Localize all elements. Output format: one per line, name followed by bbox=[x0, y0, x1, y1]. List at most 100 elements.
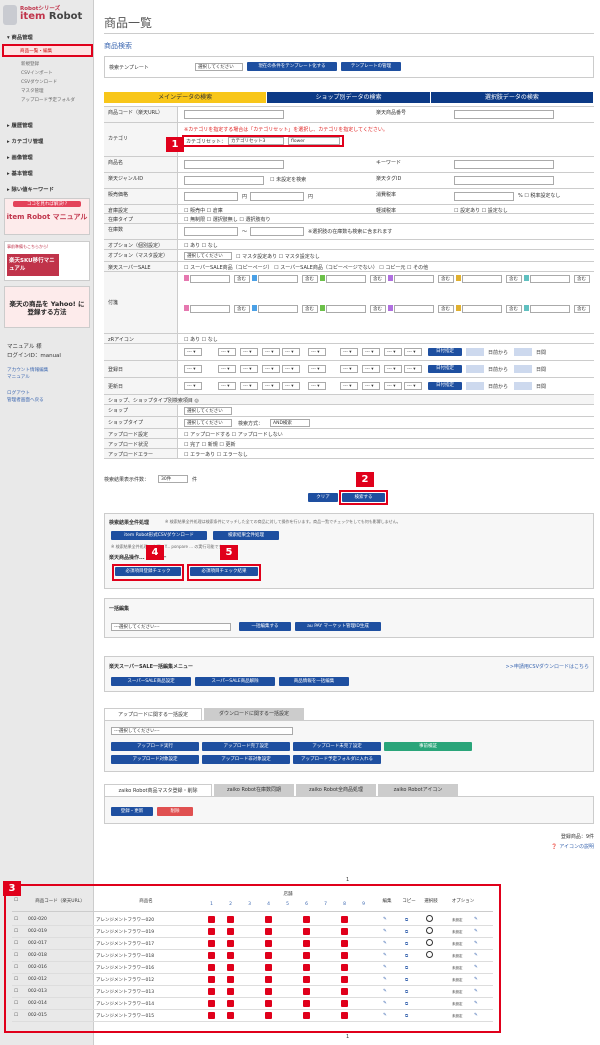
date-select[interactable]: --- ▾ bbox=[308, 365, 326, 373]
code-input[interactable] bbox=[184, 110, 284, 119]
tag-input[interactable] bbox=[258, 275, 298, 283]
date-select[interactable]: --- ▾ bbox=[184, 348, 202, 356]
edit-icon[interactable]: ✎ bbox=[383, 929, 387, 934]
price-min-input[interactable] bbox=[184, 192, 238, 201]
tag-include-select[interactable]: 含む bbox=[574, 305, 590, 313]
choice-icon[interactable] bbox=[426, 927, 433, 934]
copy-icon[interactable]: ⧉ bbox=[405, 1013, 408, 1019]
tab-zaiko-all[interactable]: zaiko Robot全商品処理 bbox=[296, 784, 376, 796]
date-select[interactable]: --- ▾ bbox=[384, 382, 402, 390]
tab-shop-search[interactable]: ショップ別データの検索 bbox=[267, 92, 431, 103]
table-row[interactable]: ☐ 002-020 アレンジメントフラワー020 ✎ ⧉ 未設定 ✎ bbox=[12, 914, 493, 926]
upload-error-checkboxes[interactable]: ☐ エラーあり ☐ エラーなし bbox=[184, 451, 248, 458]
all-results-button[interactable]: 検索結果全件処理 bbox=[213, 531, 279, 540]
shop-type-select[interactable]: 選択してください bbox=[184, 419, 232, 427]
sale-set-button[interactable]: スーパーSALE商品設定 bbox=[111, 677, 191, 686]
pagination-top[interactable]: 1 bbox=[346, 877, 349, 883]
result-count-select[interactable]: 30件 bbox=[158, 475, 188, 483]
tag-input[interactable] bbox=[462, 275, 502, 283]
option-edit-icon[interactable]: ✎ bbox=[474, 953, 478, 958]
row-checkbox[interactable]: ☐ bbox=[14, 977, 18, 982]
app-logo[interactable]: Robotシリーズ item Robot bbox=[3, 3, 89, 27]
tag-include-select[interactable]: 含む bbox=[302, 305, 318, 313]
sidebar-item-csv-download[interactable]: CSVダウンロード bbox=[0, 78, 94, 87]
option-edit-icon[interactable]: ✎ bbox=[474, 917, 478, 922]
sidebar-item-csv-import[interactable]: CSVインポート bbox=[0, 69, 94, 78]
pre-verify-button[interactable]: 事前検証 bbox=[384, 742, 472, 751]
tag-input[interactable] bbox=[394, 275, 434, 283]
required-check-button[interactable]: 必須項目登録チェック bbox=[115, 567, 181, 576]
choice-icon[interactable] bbox=[426, 951, 433, 958]
genre-input[interactable] bbox=[184, 176, 264, 185]
table-row[interactable]: ☐ 002-019 アレンジメントフラワー019 ✎ ⧉ 未設定 ✎ bbox=[12, 926, 493, 938]
nav-section-image[interactable]: ▸ 画像管理 bbox=[0, 150, 94, 166]
tag-input[interactable] bbox=[530, 275, 570, 283]
date-select[interactable]: --- ▾ bbox=[282, 382, 300, 390]
table-row[interactable]: ☐ 002-016 アレンジメントフラワー016 ✎ ⧉ 未設定 ✎ bbox=[12, 962, 493, 974]
option-edit-icon[interactable]: ✎ bbox=[474, 941, 478, 946]
tag-include-select[interactable]: 含む bbox=[302, 275, 318, 283]
tag-include-select[interactable]: 含む bbox=[438, 275, 454, 283]
upload-nontarget-button[interactable]: アップロード非対象設定 bbox=[202, 755, 290, 764]
tag-include-select[interactable]: 含む bbox=[234, 275, 250, 283]
option-edit-icon[interactable]: ✎ bbox=[474, 1001, 478, 1006]
tag-include-select[interactable]: 含む bbox=[506, 305, 522, 313]
template-select[interactable]: 選択してください bbox=[195, 63, 243, 71]
save-template-button[interactable]: 現在の条件をテンプレート化する bbox=[247, 62, 337, 71]
manual-banner[interactable]: ココを見れば解決!? item Robot マニュアル bbox=[4, 198, 90, 235]
link-logout[interactable]: ログアウト bbox=[7, 390, 48, 397]
edit-icon[interactable]: ✎ bbox=[383, 953, 387, 958]
sku-banner[interactable]: 事前準備もこちらから! 楽天SKU移行マニュアル bbox=[4, 241, 90, 281]
date-select[interactable]: --- ▾ bbox=[184, 365, 202, 373]
check-result-button[interactable]: 必須項目チェック結果 bbox=[190, 567, 258, 576]
date-select[interactable]: --- ▾ bbox=[240, 382, 258, 390]
days-from-input[interactable] bbox=[466, 348, 484, 356]
date-select[interactable]: --- ▾ bbox=[262, 348, 280, 356]
zaiko-register-button[interactable]: 登録・更新 bbox=[111, 807, 153, 816]
date-spec-button[interactable]: 日付指定 bbox=[428, 365, 462, 373]
option-master-checkboxes[interactable]: ☐ マスタ設定あり ☐ マスタ設定なし bbox=[236, 253, 320, 260]
tag-input[interactable] bbox=[530, 305, 570, 313]
days-input[interactable] bbox=[514, 348, 532, 356]
edit-icon[interactable]: ✎ bbox=[383, 989, 387, 994]
tag-include-select[interactable]: 含む bbox=[574, 275, 590, 283]
bulk-edit-select[interactable]: ---選択してください--- bbox=[111, 623, 231, 631]
super-sale-checkboxes[interactable]: ☐ スーパーSALE商品（コピーページ） ☐ スーパーSALE商品（コピーページ… bbox=[184, 264, 428, 271]
link-account[interactable]: アカウント情報編集 bbox=[7, 367, 48, 374]
icon-help-link[interactable]: ❓ アイコンの説明 bbox=[551, 843, 594, 850]
link-admin[interactable]: 管理者画面へ戻る bbox=[7, 397, 48, 404]
stock-max-input[interactable] bbox=[250, 227, 304, 236]
option-item-checkboxes[interactable]: ☐ あり ☐ なし bbox=[184, 242, 218, 249]
date-select[interactable]: --- ▾ bbox=[340, 348, 358, 356]
category-set-select[interactable]: カテゴリセット3 bbox=[228, 137, 284, 145]
date-select[interactable]: --- ▾ bbox=[282, 348, 300, 356]
tab-zaiko-master[interactable]: zaiko Robot商品マスタ登録・削除 bbox=[104, 784, 212, 796]
upload-folder-button[interactable]: アップロード予定フォルダに入れる bbox=[293, 755, 381, 764]
row-checkbox[interactable]: ☐ bbox=[14, 1013, 18, 1018]
option-master-select[interactable]: 選択してください bbox=[184, 252, 232, 260]
tab-upload-settings[interactable]: アップロードに関する一括設定 bbox=[104, 708, 202, 720]
genre-unset-checkbox[interactable]: ☐ 未設定を検索 bbox=[270, 176, 306, 183]
date-spec-button[interactable]: 日付指定 bbox=[428, 348, 462, 356]
days-input[interactable] bbox=[514, 382, 532, 390]
nav-section-category[interactable]: ▸ カテゴリ管理 bbox=[0, 134, 94, 150]
table-row[interactable]: ☐ 002-013 アレンジメントフラワー013 ✎ ⧉ 未設定 ✎ bbox=[12, 986, 493, 998]
nav-section-products[interactable]: ▾ 商品管理 bbox=[0, 33, 94, 41]
days-from-input[interactable] bbox=[466, 382, 484, 390]
tag-include-select[interactable]: 含む bbox=[234, 305, 250, 313]
date-select[interactable]: --- ▾ bbox=[218, 348, 236, 356]
tag-input[interactable] bbox=[326, 275, 366, 283]
tag-input[interactable] bbox=[190, 305, 230, 313]
nav-section-history[interactable]: ▸ 履歴管理 bbox=[0, 118, 94, 134]
row-checkbox[interactable]: ☐ bbox=[14, 929, 18, 934]
category-value-select[interactable]: flower bbox=[288, 137, 340, 145]
select-all-checkbox[interactable]: ☐ bbox=[14, 898, 18, 903]
tax-input[interactable] bbox=[454, 192, 514, 201]
row-checkbox[interactable]: ☐ bbox=[14, 989, 18, 994]
edit-icon[interactable]: ✎ bbox=[383, 917, 387, 922]
copy-icon[interactable]: ⧉ bbox=[405, 977, 408, 983]
tag-input[interactable] bbox=[454, 176, 554, 185]
date-select[interactable]: --- ▾ bbox=[362, 348, 380, 356]
option-edit-icon[interactable]: ✎ bbox=[474, 1013, 478, 1018]
tag-include-select[interactable]: 含む bbox=[370, 275, 386, 283]
